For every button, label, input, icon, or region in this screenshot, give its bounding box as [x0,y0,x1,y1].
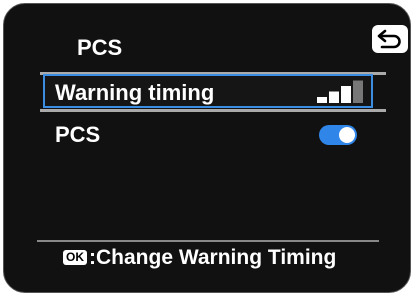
level-bar [353,80,363,103]
menu-item-label: Warning timing [55,80,215,105]
signal-bars-icon [317,80,363,103]
display-screen: PCS Warning timing PCS OK :Change Warnin… [3,3,411,293]
level-bar [341,86,351,103]
ok-button-icon: OK [63,249,87,265]
footer-divider [37,240,379,242]
menu-item-label: PCS [55,122,101,147]
level-bar [329,91,339,103]
toggle-knob [339,127,355,143]
level-bar [317,97,327,103]
menu-item-pcs[interactable]: PCS [43,119,373,153]
back-button[interactable] [372,25,408,53]
footer-hint: OK :Change Warning Timing [63,246,336,270]
return-arrow-icon [377,29,401,49]
selection-bottom-divider [40,109,386,112]
page-title: PCS [77,35,123,60]
menu-item-warning-timing[interactable]: Warning timing [43,74,373,108]
pcs-toggle[interactable] [319,125,357,145]
footer-action-text: :Change Warning Timing [89,246,337,269]
